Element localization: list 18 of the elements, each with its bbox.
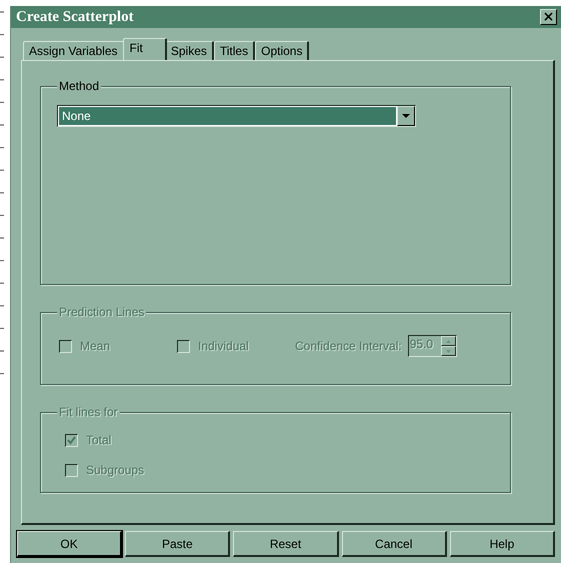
group-legend: Method	[57, 79, 102, 93]
tab[interactable]: Assign Variables	[23, 41, 124, 60]
dialog-button[interactable]: OK	[17, 531, 122, 557]
tab[interactable]: Titles	[214, 41, 256, 60]
check-icon	[67, 436, 76, 444]
field-label: Confidence Interval:	[295, 339, 402, 353]
dialog-button[interactable]: Help	[450, 531, 556, 557]
tab[interactable]: Fit	[122, 38, 167, 60]
group-legend: Fit lines for	[57, 405, 120, 419]
close-button[interactable]: ×	[540, 9, 557, 25]
tab[interactable]: Options	[255, 41, 310, 60]
method-dropdown[interactable]: None	[57, 105, 416, 127]
group-legend: Prediction Lines	[57, 305, 146, 319]
dialog-button[interactable]: Cancel	[342, 531, 447, 557]
dialog-button[interactable]: Reset	[233, 531, 339, 557]
tab[interactable]: Spikes	[164, 41, 214, 60]
window-title: Create Scatterplot	[16, 8, 134, 26]
dialog-button[interactable]: Paste	[125, 531, 230, 557]
